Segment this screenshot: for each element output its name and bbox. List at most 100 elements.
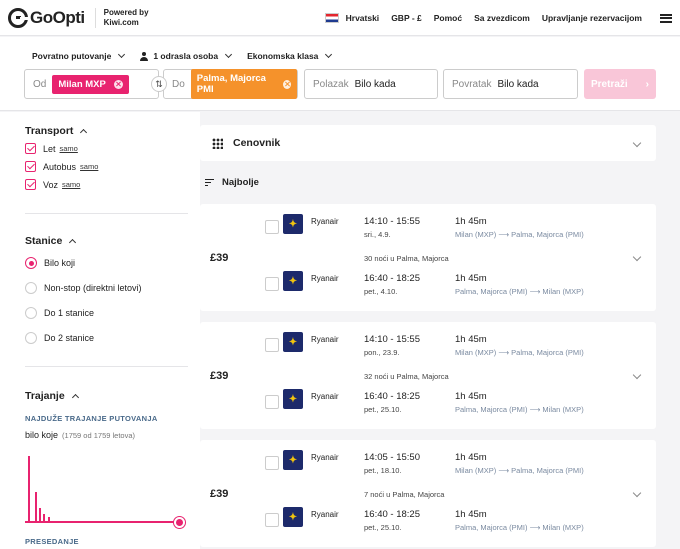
transport-option-bus[interactable]: Autobus samo: [25, 161, 98, 172]
origin-field[interactable]: Od Milan MXP: [24, 69, 159, 99]
flight-date: pet., 25.10.: [364, 405, 402, 414]
chevron-down-icon[interactable]: [632, 488, 642, 498]
price: £39: [210, 252, 229, 264]
destination-chip[interactable]: Palma, Majorca PMI: [190, 69, 297, 99]
flight-leg: ✦ Ryanair 16:40 - 18:25 pet., 4.10. 1h 45m Pa…: [265, 271, 635, 301]
radio-icon[interactable]: [25, 282, 37, 294]
flight-time: 14:05 - 15:50: [364, 452, 420, 463]
airline-name: Ryanair: [311, 453, 339, 462]
airline-name: Ryanair: [311, 510, 339, 519]
return-date-field[interactable]: Povratak Bilo kada: [443, 69, 578, 99]
search-options: Povratno putovanje 1 odrasla osoba Ekono…: [32, 50, 333, 61]
price: £39: [210, 370, 229, 382]
airline-name: Ryanair: [311, 274, 339, 283]
flight-time: 16:40 - 18:25: [364, 509, 420, 520]
stops-option-2[interactable]: Do 2 stanice: [25, 332, 94, 344]
leg-checkbox[interactable]: [265, 277, 279, 291]
chevron-down-icon[interactable]: [632, 370, 642, 380]
flight-leg: ✦ Ryanair 16:40 - 18:25 pet., 25.10. 1h 45m P…: [265, 389, 635, 419]
airline-name: Ryanair: [311, 392, 339, 401]
flight-route: Palma, Majorca (PMI) ⟶ Milan (MXP): [455, 523, 584, 532]
flight-date: pet., 25.10.: [364, 523, 402, 532]
departure-date-field[interactable]: Polazak Bilo kada: [304, 69, 438, 99]
stars-link[interactable]: Sa zvezdicom: [474, 13, 530, 23]
currency-selector[interactable]: GBP - £: [391, 13, 422, 23]
duration-histogram[interactable]: [25, 452, 185, 528]
chevron-down-icon: [225, 50, 233, 59]
destination-field[interactable]: Do Palma, Majorca PMI: [163, 69, 298, 99]
chevron-up-icon: [80, 128, 88, 137]
only-link[interactable]: samo: [80, 162, 98, 171]
checkbox-checked-icon[interactable]: [25, 179, 36, 190]
ryanair-logo-icon: ✦: [283, 271, 303, 291]
ryanair-logo-icon: ✦: [283, 214, 303, 234]
chevron-down-icon: [118, 50, 126, 59]
ryanair-logo-icon: ✦: [283, 450, 303, 470]
flight-route: Palma, Majorca (PMI) ⟶ Milan (MXP): [455, 287, 584, 296]
flight-duration: 1h 45m: [455, 216, 487, 227]
chevron-down-icon[interactable]: [632, 252, 642, 262]
ryanair-logo-icon: ✦: [283, 389, 303, 409]
powered-by: Powered by Kiwi.com: [94, 7, 149, 28]
flight-time: 16:40 - 18:25: [364, 391, 420, 402]
passengers-select[interactable]: 1 odrasla osoba: [140, 50, 233, 61]
sort-icon: [205, 178, 214, 187]
language-selector[interactable]: Hrvatski: [324, 13, 379, 23]
price-table-toggle[interactable]: Cenovnik: [200, 125, 656, 161]
flight-route: Milan (MXP) ⟶ Palma, Majorca (PMI): [455, 348, 584, 357]
duration-slider-handle[interactable]: [174, 517, 185, 528]
chevron-up-icon: [69, 238, 77, 247]
flight-leg: ✦ Ryanair 14:05 - 15:50 pet., 18.10. 1h 45m M…: [265, 450, 635, 480]
manage-booking-link[interactable]: Upravljanje rezervacijom: [542, 13, 642, 23]
leg-checkbox[interactable]: [265, 513, 279, 527]
result-card[interactable]: £39 ✦ Ryanair 14:05 - 15:50 pet., 18.10. 1h 4…: [200, 440, 656, 547]
stops-option-nonstop[interactable]: Non-stop (direktni letovi): [25, 282, 142, 294]
radio-icon[interactable]: [25, 307, 37, 319]
flight-duration: 1h 45m: [455, 452, 487, 463]
goopti-logo-icon: [8, 7, 28, 28]
stops-filter-toggle[interactable]: Stanice: [25, 235, 77, 247]
duration-filter-toggle[interactable]: Trajanje: [25, 390, 79, 402]
cabin-select[interactable]: Ekonomska klasa: [247, 50, 333, 61]
flight-date: pon., 23.9.: [364, 348, 400, 357]
swap-icon[interactable]: ⇅: [151, 76, 167, 92]
stops-option-any[interactable]: Bilo koji: [25, 257, 75, 269]
trip-type-select[interactable]: Povratno putovanje: [32, 50, 126, 61]
person-icon: [140, 51, 149, 61]
flag-icon: [324, 13, 339, 23]
flight-duration: 1h 45m: [455, 391, 487, 402]
leg-checkbox[interactable]: [265, 338, 279, 352]
result-card[interactable]: £39 ✦ Ryanair 14:10 - 15:55 pon., 23.9. 1h 45…: [200, 322, 656, 429]
search-button[interactable]: Pretraži ›: [584, 69, 656, 99]
menu-icon[interactable]: [660, 13, 672, 23]
transport-option-flight[interactable]: Let samo: [25, 143, 78, 154]
ryanair-logo-icon: ✦: [283, 507, 303, 527]
only-link[interactable]: samo: [60, 144, 78, 153]
logo[interactable]: GoOpti Powered by Kiwi.com: [8, 7, 149, 28]
result-card[interactable]: £39 ✦ Ryanair 14:10 - 15:55 sri., 4.9. 1h 45m…: [200, 204, 656, 311]
leg-checkbox[interactable]: [265, 220, 279, 234]
checkbox-checked-icon[interactable]: [25, 161, 36, 172]
filters-sidebar: Transport Let samo Autobus samo Voz samo…: [0, 112, 200, 549]
radio-selected-icon[interactable]: [25, 257, 37, 269]
grid-icon: [212, 137, 223, 149]
only-link[interactable]: samo: [62, 180, 80, 189]
nights-at-destination: 30 noći u Palma, Majorca: [364, 254, 449, 263]
transport-option-train[interactable]: Voz samo: [25, 179, 80, 190]
flight-route: Milan (MXP) ⟶ Palma, Majorca (PMI): [455, 466, 584, 475]
sort-selector[interactable]: Najbolje: [205, 177, 259, 188]
radio-icon[interactable]: [25, 332, 37, 344]
transport-filter-toggle[interactable]: Transport: [25, 125, 88, 137]
divider: [25, 213, 188, 214]
remove-destination-icon[interactable]: [283, 79, 291, 89]
help-link[interactable]: Pomoć: [434, 13, 462, 23]
origin-chip[interactable]: Milan MXP: [52, 74, 129, 94]
checkbox-checked-icon[interactable]: [25, 143, 36, 154]
stops-option-1[interactable]: Do 1 stanice: [25, 307, 94, 319]
airline-name: Ryanair: [311, 335, 339, 344]
leg-checkbox[interactable]: [265, 456, 279, 470]
flight-duration: 1h 45m: [455, 334, 487, 345]
leg-checkbox[interactable]: [265, 395, 279, 409]
remove-origin-icon[interactable]: [113, 79, 123, 89]
flight-leg: ✦ Ryanair 14:10 - 15:55 pon., 23.9. 1h 45m Mi…: [265, 332, 635, 362]
